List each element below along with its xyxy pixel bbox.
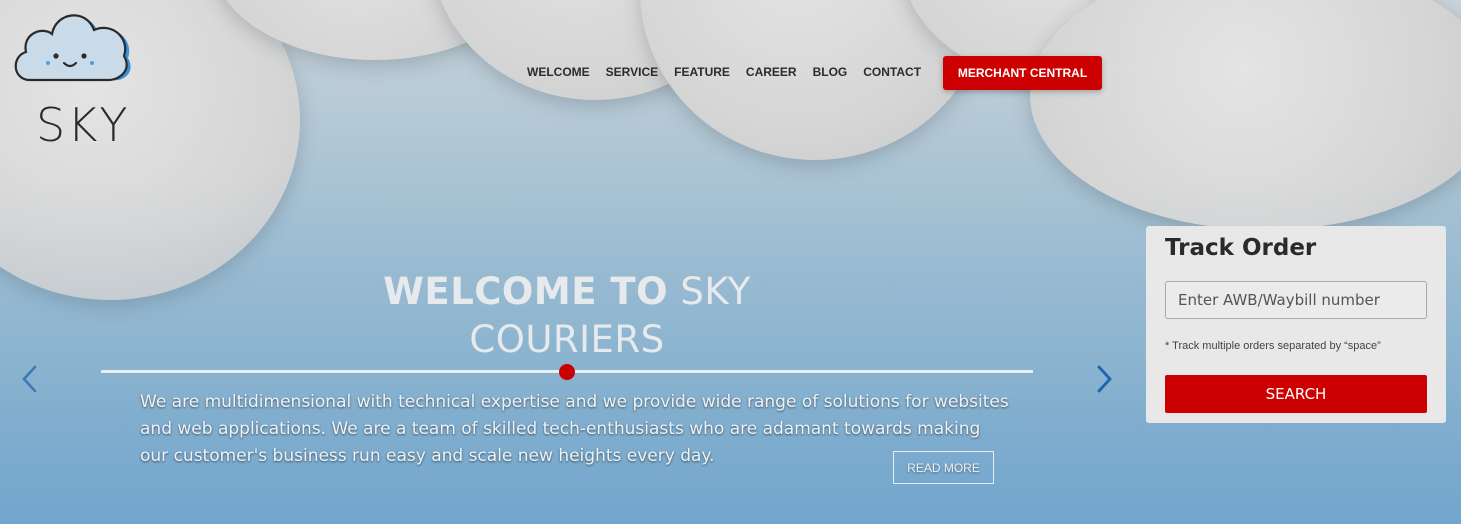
logo-wordmark: SKY [36,98,130,152]
nav-item-contact[interactable]: CONTACT [863,65,921,79]
merchant-central-button[interactable]: MERCHANT CENTRAL [943,56,1102,90]
slider-prev-button[interactable] [20,364,40,394]
slider-indicator-dot[interactable] [559,364,575,380]
nav-item-feature[interactable]: FEATURE [674,65,730,79]
search-button[interactable]: SEARCH [1165,375,1427,413]
track-order-note: * Track multiple orders separated by “sp… [1165,340,1381,352]
main-nav: WELCOME SERVICE FEATURE CAREER BLOG CONT… [527,65,937,79]
nav-item-service[interactable]: SERVICE [606,65,658,79]
awb-input[interactable] [1165,281,1427,319]
hero-title-bold: WELCOME TO [383,270,669,313]
slider-next-button[interactable] [1094,364,1114,394]
nav-item-welcome[interactable]: WELCOME [527,65,590,79]
track-order-panel: Track Order * Track multiple orders sepa… [1146,226,1446,423]
hero-title: WELCOME TO SKY COURIERS [340,268,794,364]
hero-description: We are multidimensional with technical e… [140,392,1009,466]
site-logo[interactable]: SKY [12,6,134,152]
chevron-left-icon [22,365,37,393]
read-more-button[interactable]: READ MORE [893,451,994,484]
nav-item-blog[interactable]: BLOG [813,65,848,79]
track-order-title: Track Order [1165,235,1317,261]
nav-item-career[interactable]: CAREER [746,65,797,79]
chevron-right-icon [1097,365,1112,393]
cloud-logo-icon [14,14,131,82]
